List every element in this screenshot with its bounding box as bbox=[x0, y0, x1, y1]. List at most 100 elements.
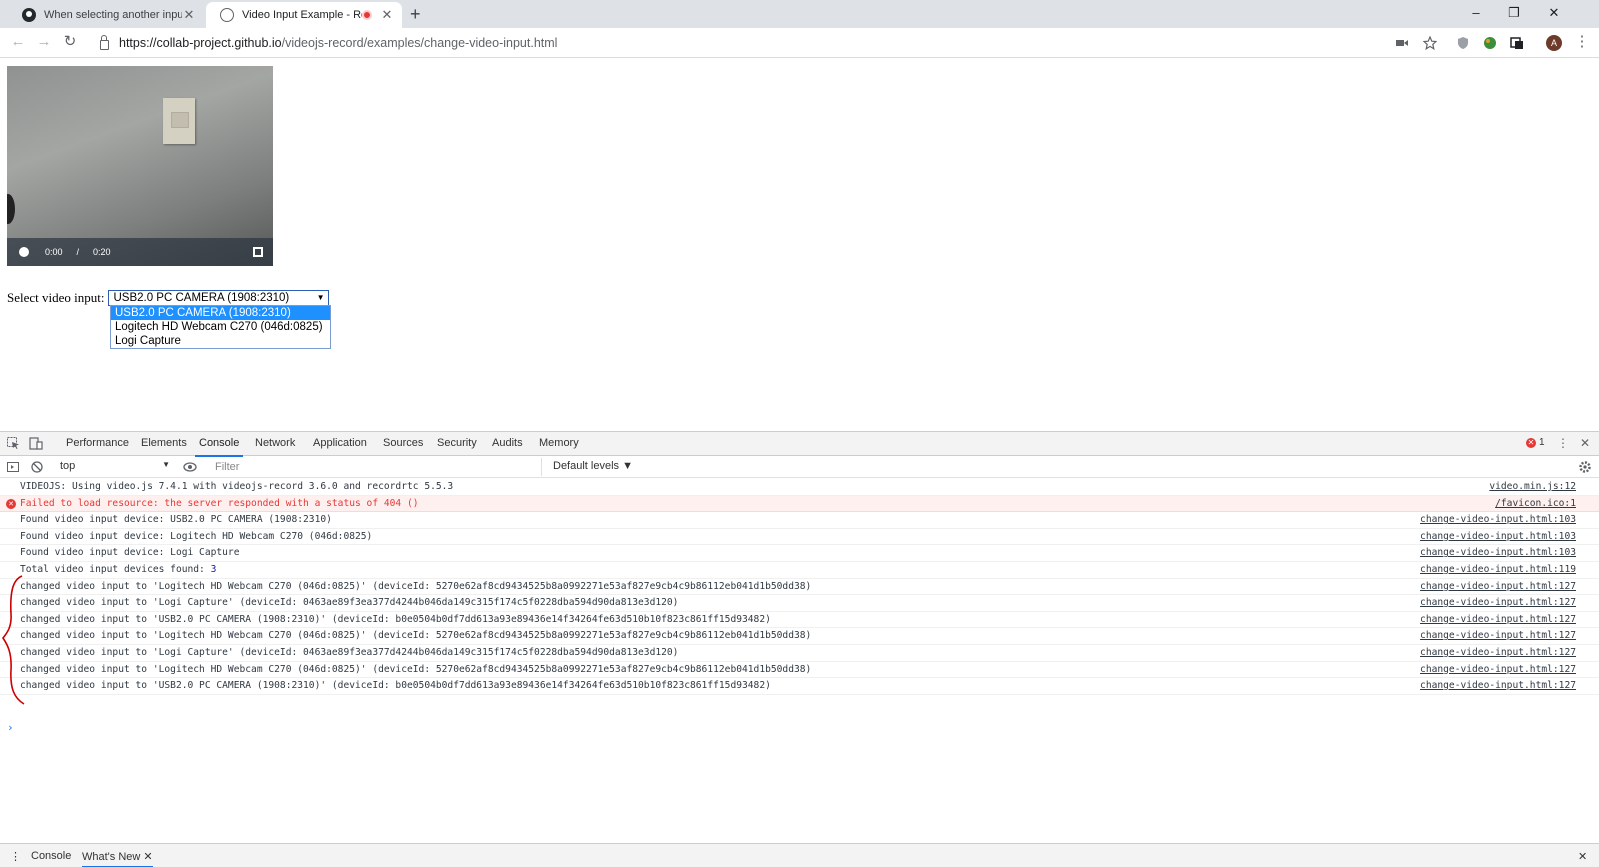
console-source-link[interactable]: change-video-input.html:127 bbox=[1420, 662, 1576, 678]
recording-indicator-icon bbox=[362, 10, 372, 20]
console-source-link[interactable]: change-video-input.html:127 bbox=[1420, 678, 1576, 694]
console-source-link[interactable]: video.min.js:12 bbox=[1489, 479, 1576, 495]
restore-button[interactable]: ❐ bbox=[1495, 3, 1533, 23]
current-time: 0:00 bbox=[45, 247, 63, 257]
console-sidebar-icon[interactable] bbox=[6, 460, 20, 474]
devtools-menu-icon[interactable]: ⋮ bbox=[1556, 436, 1570, 450]
devtools-tab-elements[interactable]: Elements bbox=[141, 437, 187, 449]
console-source-link[interactable]: /favicon.ico:1 bbox=[1495, 496, 1576, 512]
option-logitech-c270[interactable]: Logitech HD Webcam C270 (046d:0825) bbox=[111, 320, 330, 334]
devtools-close-icon[interactable]: ✕ bbox=[1578, 436, 1592, 450]
devtools-tab-console[interactable]: Console bbox=[194, 437, 244, 457]
devtools-tab-audits[interactable]: Audits bbox=[492, 437, 523, 449]
video-input-label: Select video input: bbox=[7, 290, 105, 305]
option-logi-capture[interactable]: Logi Capture bbox=[111, 334, 330, 348]
back-button[interactable]: ← bbox=[8, 33, 28, 51]
console-message: Found video input device: USB2.0 PC CAME… bbox=[20, 514, 332, 526]
translate-extension-icon[interactable] bbox=[1510, 36, 1524, 50]
console-source-link[interactable]: change-video-input.html:127 bbox=[1420, 645, 1576, 661]
error-count-badge[interactable]: ✕ 1 bbox=[1526, 437, 1545, 448]
console-message: Total video input devices found: bbox=[20, 563, 211, 575]
browser-tab-github[interactable]: When selecting another input de ✕ bbox=[8, 2, 204, 28]
camera-in-use-icon[interactable] bbox=[1395, 36, 1409, 50]
browser-tab-video-input[interactable]: Video Input Example - Recor ✕ bbox=[206, 2, 402, 28]
video-preview: 0:00 / 0:20 bbox=[7, 66, 273, 266]
console-log-row: changed video input to 'Logi Capture' (d… bbox=[0, 595, 1599, 612]
inspect-element-icon[interactable] bbox=[6, 436, 20, 450]
console-message: changed video input to 'USB2.0 PC CAMERA… bbox=[20, 613, 771, 625]
console-source-link[interactable]: change-video-input.html:127 bbox=[1420, 595, 1576, 611]
devtools-tabbar: Performance Elements Console Network App… bbox=[0, 432, 1599, 457]
log-levels-dropdown[interactable]: Default levels ▼ bbox=[553, 460, 633, 472]
devtools-panel: Performance Elements Console Network App… bbox=[0, 431, 1599, 867]
devtools-tab-security[interactable]: Security bbox=[437, 437, 477, 449]
video-input-select[interactable]: USB2.0 PC CAMERA (1908:2310) ▼ bbox=[108, 290, 330, 306]
video-shadow bbox=[7, 194, 15, 224]
record-button[interactable] bbox=[19, 247, 29, 257]
console-prompt[interactable]: › bbox=[7, 721, 14, 734]
console-log-row: changed video input to 'Logi Capture' (d… bbox=[0, 645, 1599, 662]
console-message: changed video input to 'USB2.0 PC CAMERA… bbox=[20, 680, 771, 692]
devtools-tab-application[interactable]: Application bbox=[313, 437, 367, 449]
device-toolbar-icon[interactable] bbox=[29, 436, 43, 450]
tab-title: Video Input Example - Recor bbox=[242, 9, 362, 21]
console-message: changed video input to 'Logi Capture' (d… bbox=[20, 597, 679, 609]
devtools-tab-sources[interactable]: Sources bbox=[383, 437, 423, 449]
drawer-tab-console[interactable]: Console bbox=[31, 850, 71, 862]
browser-tab-strip: When selecting another input de ✕ Video … bbox=[0, 0, 1599, 28]
console-log-row: changed video input to 'USB2.0 PC CAMERA… bbox=[0, 612, 1599, 629]
devtools-tab-memory[interactable]: Memory bbox=[539, 437, 579, 449]
dropdown-arrow-icon: ▼ bbox=[316, 293, 325, 302]
devtools-tab-network[interactable]: Network bbox=[255, 437, 295, 449]
tab-close-icon[interactable]: ✕ bbox=[182, 7, 196, 23]
live-expression-eye-icon[interactable] bbox=[183, 460, 197, 474]
console-settings-gear-icon[interactable] bbox=[1578, 460, 1592, 474]
console-log-row: changed video input to 'Logitech HD Webc… bbox=[0, 662, 1599, 679]
shield-extension-icon[interactable] bbox=[1456, 36, 1470, 50]
error-icon: ✕ bbox=[6, 498, 16, 509]
dropdown-arrow-icon: ▼ bbox=[162, 460, 170, 469]
console-source-link[interactable]: change-video-input.html:119 bbox=[1420, 562, 1576, 578]
extension-globe-icon[interactable] bbox=[1483, 36, 1497, 50]
close-window-button[interactable]: ✕ bbox=[1535, 3, 1573, 23]
video-input-options: USB2.0 PC CAMERA (1908:2310) Logitech HD… bbox=[110, 305, 331, 349]
drawer-tab-whats-new[interactable]: What's New ✕ bbox=[82, 850, 153, 867]
minimize-button[interactable]: – bbox=[1457, 3, 1495, 23]
console-error-row: ✕ Failed to load resource: the server res… bbox=[0, 495, 1599, 513]
forward-button[interactable]: → bbox=[34, 33, 54, 51]
console-source-link[interactable]: change-video-input.html:103 bbox=[1420, 529, 1576, 545]
tab-close-icon[interactable]: ✕ bbox=[380, 7, 394, 23]
fullscreen-icon[interactable] bbox=[253, 247, 263, 257]
clear-console-icon[interactable] bbox=[30, 460, 44, 474]
new-tab-button[interactable]: + bbox=[410, 4, 421, 24]
devtools-tab-performance[interactable]: Performance bbox=[66, 437, 129, 449]
browser-toolbar: ← → ↻ https://collab-project.github.io/v… bbox=[0, 28, 1599, 58]
console-number: 3 bbox=[210, 563, 217, 575]
console-source-link[interactable]: change-video-input.html:127 bbox=[1420, 612, 1576, 628]
reload-button[interactable]: ↻ bbox=[60, 33, 80, 51]
console-log-row: Found video input device: USB2.0 PC CAME… bbox=[0, 512, 1599, 529]
console-log-row: changed video input to 'Logitech HD Webc… bbox=[0, 579, 1599, 596]
console-log-row: VIDEOJS: Using video.js 7.4.1 with video… bbox=[0, 479, 1599, 496]
console-filter-bar: top ▼ Filter Default levels ▼ bbox=[0, 456, 1599, 478]
drawer-menu-icon[interactable]: ⋮ bbox=[10, 850, 21, 863]
console-message: VIDEOJS: Using video.js 7.4.1 with video… bbox=[20, 481, 454, 492]
profile-avatar[interactable]: A bbox=[1546, 35, 1562, 51]
console-log-row: changed video input to 'USB2.0 PC CAMERA… bbox=[0, 678, 1599, 695]
address-bar[interactable]: https://collab-project.github.io/videojs… bbox=[90, 31, 1390, 55]
browser-menu-icon[interactable]: ⋮ bbox=[1572, 33, 1592, 51]
console-source-link[interactable]: change-video-input.html:103 bbox=[1420, 545, 1576, 561]
wall-switch-image bbox=[163, 98, 195, 144]
console-source-link[interactable]: change-video-input.html:103 bbox=[1420, 512, 1576, 528]
duration: 0:20 bbox=[93, 247, 111, 257]
console-source-link[interactable]: change-video-input.html:127 bbox=[1420, 628, 1576, 644]
lock-icon bbox=[100, 35, 109, 50]
bookmark-star-icon[interactable] bbox=[1423, 36, 1437, 50]
console-filter-input[interactable]: Filter bbox=[212, 458, 542, 476]
devtools-drawer: ⋮ Console What's New ✕ ✕ bbox=[0, 843, 1599, 867]
url-text: https://collab-project.github.io/videojs… bbox=[119, 36, 558, 50]
drawer-close-icon[interactable]: ✕ bbox=[1578, 850, 1587, 863]
context-select[interactable]: top ▼ bbox=[60, 460, 170, 472]
console-source-link[interactable]: change-video-input.html:127 bbox=[1420, 579, 1576, 595]
option-usb-camera[interactable]: USB2.0 PC CAMERA (1908:2310) bbox=[111, 306, 330, 320]
